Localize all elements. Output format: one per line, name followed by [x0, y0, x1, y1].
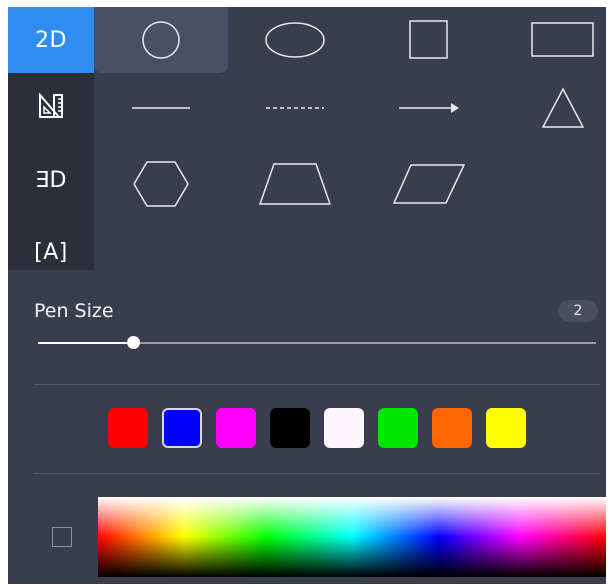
shape-trapezoid[interactable] — [228, 151, 362, 217]
3d-text-icon: ∃D — [35, 167, 67, 193]
custom-color-checkbox[interactable] — [52, 527, 72, 547]
rectangle-icon — [531, 22, 595, 58]
shape-triangle[interactable] — [496, 75, 606, 141]
pen-size-slider-thumb[interactable] — [126, 336, 140, 349]
color-swatch-magenta[interactable] — [216, 408, 256, 448]
ruler-set-square-icon — [37, 93, 65, 119]
shape-hexagon[interactable] — [94, 151, 228, 217]
triangle-icon — [541, 87, 585, 128]
color-swatch-green[interactable] — [378, 408, 418, 448]
parallelogram-icon — [392, 164, 466, 204]
color-swatch-black[interactable] — [270, 408, 310, 448]
square-icon — [409, 20, 449, 60]
tab-ruler[interactable] — [8, 73, 94, 139]
color-swatch-yellow[interactable] — [486, 408, 526, 448]
tab-3d[interactable]: ∃D — [8, 147, 94, 213]
color-spectrum-picker[interactable] — [98, 497, 606, 577]
color-swatch-white[interactable] — [324, 408, 364, 448]
dashed-line-icon — [266, 103, 324, 113]
shape-ellipse[interactable] — [228, 7, 362, 73]
pen-size-slider-fill — [38, 342, 133, 344]
circle-icon — [141, 20, 181, 60]
hexagon-icon — [133, 161, 189, 207]
divider — [34, 473, 600, 474]
text-box-icon: [A] — [34, 239, 68, 265]
tool-category-column: 2D ∃D [A] — [8, 7, 94, 270]
pen-size-label: Pen Size — [34, 300, 114, 322]
2d-text-icon: 2D — [35, 27, 67, 53]
shape-circle[interactable] — [94, 7, 228, 73]
tab-text[interactable]: [A] — [8, 219, 94, 285]
divider — [34, 384, 600, 385]
arrow-icon — [399, 102, 459, 114]
tab-2d[interactable]: 2D — [8, 7, 94, 73]
shape-rectangle[interactable] — [496, 7, 606, 73]
shape-dashed-line[interactable] — [228, 75, 362, 141]
color-swatch-orange[interactable] — [432, 408, 472, 448]
drawing-tools-panel: 2D ∃D [A] Pen Size 2 — [8, 7, 606, 584]
shape-parallelogram[interactable] — [362, 151, 496, 217]
line-icon — [132, 103, 190, 113]
ellipse-icon — [265, 22, 325, 58]
color-swatch-red[interactable] — [108, 408, 148, 448]
shape-line[interactable] — [94, 75, 228, 141]
color-swatch-blue[interactable] — [162, 408, 202, 448]
shape-arrow[interactable] — [362, 75, 496, 141]
pen-size-value-badge: 2 — [558, 300, 598, 322]
shape-square[interactable] — [362, 7, 496, 73]
trapezoid-icon — [258, 163, 332, 205]
